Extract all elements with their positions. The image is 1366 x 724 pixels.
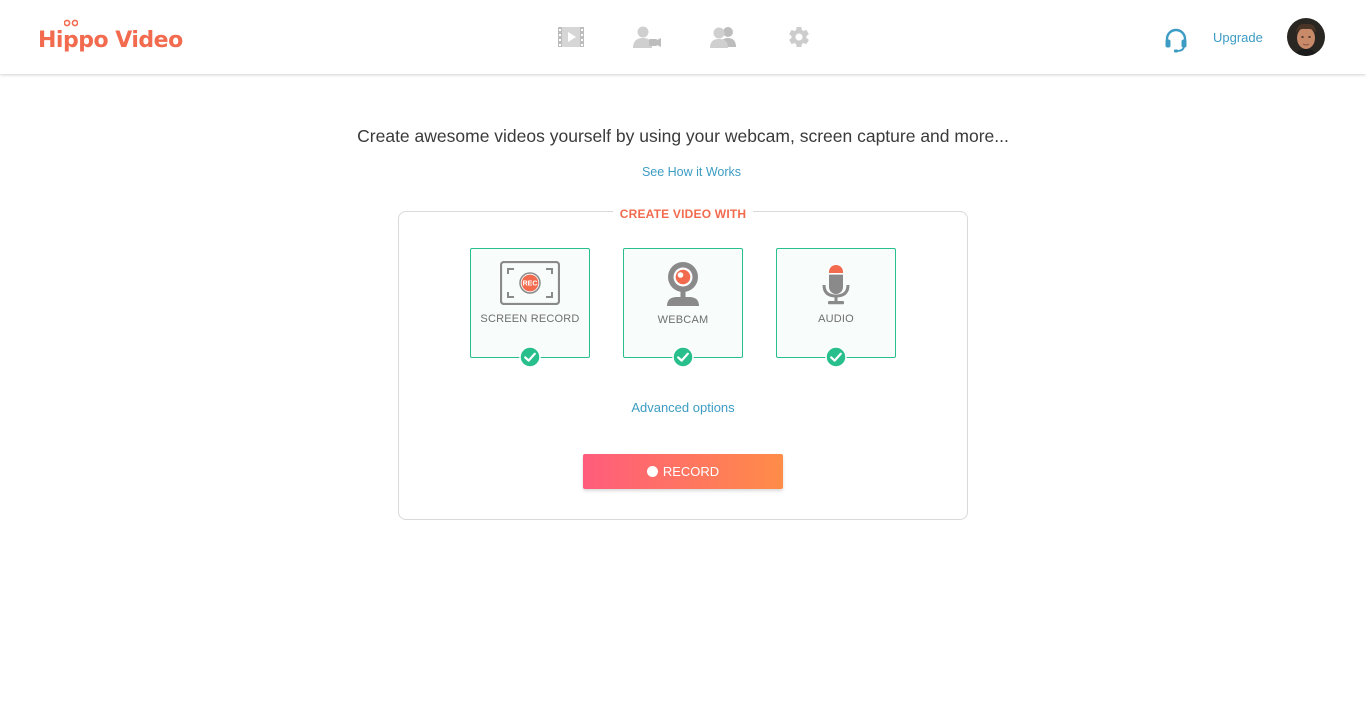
nav-videos[interactable] — [552, 22, 590, 52]
create-video-with-label: CREATE VIDEO WITH — [612, 207, 754, 221]
upgrade-link[interactable]: Upgrade — [1213, 30, 1263, 45]
hippo-video-logo[interactable]: Hippo Video — [38, 19, 183, 58]
video-library-icon — [558, 27, 584, 47]
screen-record-label: SCREEN RECORD — [480, 313, 580, 325]
nav-settings[interactable] — [780, 22, 818, 52]
page-tagline: Create awesome videos yourself by using … — [357, 126, 1009, 146]
users-icon — [710, 27, 736, 48]
record-button[interactable]: RECORD — [583, 454, 783, 489]
option-screen-record[interactable]: REC SCREEN RECORD — [470, 248, 590, 368]
screen-record-icon: REC — [500, 261, 560, 305]
help-button[interactable] — [1163, 27, 1189, 53]
logo-text: Hippo Video — [38, 27, 183, 53]
option-audio[interactable]: AUDIO — [776, 248, 896, 368]
record-button-label: RECORD — [662, 464, 720, 479]
advanced-options-link[interactable]: Advanced options — [399, 400, 967, 415]
nav-webcam-contacts[interactable] — [628, 22, 666, 52]
card-legend: CREATE VIDEO WITH — [399, 205, 967, 223]
webcam-label: WEBCAM — [657, 314, 709, 326]
option-webcam[interactable]: WEBCAM — [623, 248, 743, 368]
check-circle-icon — [825, 346, 847, 368]
audio-label: AUDIO — [818, 313, 854, 325]
user-avatar[interactable] — [1287, 18, 1325, 56]
headset-icon — [1165, 28, 1187, 53]
create-video-card: CREATE VIDEO WITH REC SCREEN RECORD WEBC… — [398, 207, 968, 520]
main-nav — [552, 22, 856, 52]
avatar-image — [1287, 18, 1325, 56]
webcam-person-icon — [633, 26, 661, 48]
rec-badge: REC — [523, 281, 538, 288]
record-dot-icon — [646, 466, 658, 477]
check-circle-icon — [672, 346, 694, 368]
webcam-icon — [667, 262, 699, 306]
see-how-it-works-link[interactable]: See How it Works — [0, 165, 1366, 179]
top-navbar: Hippo Video Upgrade — [0, 0, 1366, 74]
check-circle-icon — [519, 346, 541, 368]
gear-icon — [789, 27, 809, 48]
microphone-icon — [822, 265, 850, 305]
hippo-ears-icon — [64, 19, 78, 27]
nav-team[interactable] — [704, 22, 742, 52]
